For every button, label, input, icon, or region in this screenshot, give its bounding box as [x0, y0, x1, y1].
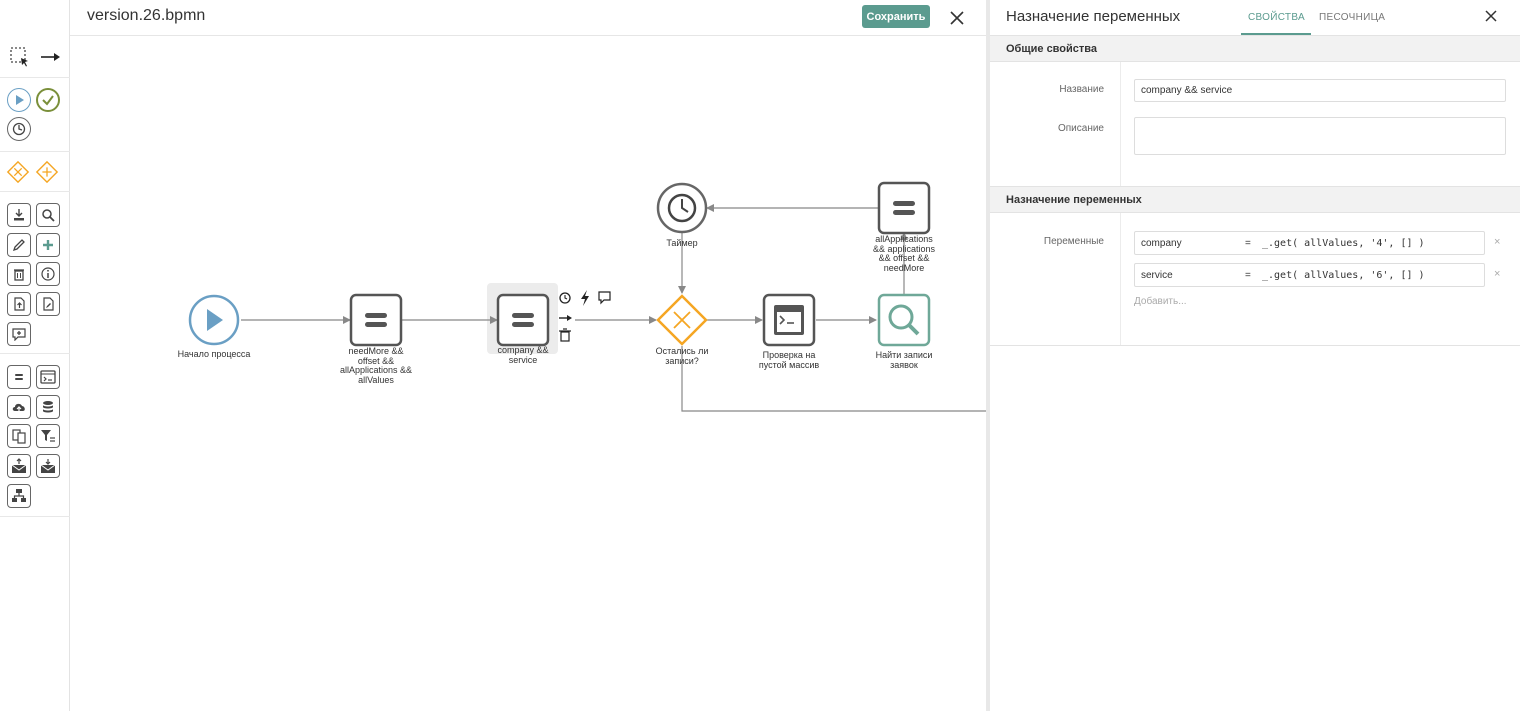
- script-task-tool-icon[interactable]: [36, 365, 60, 389]
- info-tool-icon[interactable]: [36, 262, 60, 286]
- context-timer-icon[interactable]: [559, 292, 571, 304]
- delete-tool-icon[interactable]: [7, 262, 31, 286]
- timer-event-tool-icon[interactable]: [7, 117, 31, 141]
- variables-label: Переменные: [1043, 236, 1104, 247]
- context-signal-icon[interactable]: [581, 290, 589, 306]
- lasso-tool-icon[interactable]: [8, 45, 32, 69]
- variable-equals: =: [1245, 270, 1251, 281]
- download-tool-icon[interactable]: [7, 203, 31, 227]
- context-connect-icon[interactable]: [559, 315, 572, 321]
- comment-tool-icon[interactable]: [7, 322, 31, 346]
- assign-task-tool-icon[interactable]: [7, 365, 31, 389]
- save-button[interactable]: Сохранить: [862, 5, 930, 28]
- general-section-header[interactable]: Общие свойства: [990, 36, 1520, 62]
- script-task-label: Проверка на пустой массив: [758, 350, 820, 370]
- active-tab-indicator: [1241, 33, 1311, 35]
- exclusive-gateway[interactable]: [656, 294, 708, 346]
- parallel-gateway-tool-icon[interactable]: [35, 160, 59, 184]
- search-task-label: Найти записи заявок: [875, 350, 933, 370]
- name-label: Название: [1059, 84, 1104, 95]
- panel-title: Назначение переменных: [1006, 8, 1181, 25]
- vars-section-header[interactable]: Назначение переменных: [990, 187, 1520, 213]
- start-event[interactable]: [188, 294, 240, 346]
- database-tool-icon[interactable]: [36, 395, 60, 419]
- variable-name: company: [1141, 238, 1182, 249]
- task-company-service[interactable]: [496, 293, 550, 347]
- variable-expression: _.get( allValues, '4', [] ): [1262, 238, 1425, 249]
- file-edit-tool-icon[interactable]: [36, 292, 60, 316]
- general-label-column: Название Описание: [990, 62, 1121, 186]
- documents-tool-icon[interactable]: [7, 424, 31, 448]
- variable-equals: =: [1245, 238, 1251, 249]
- timer-event-label: Таймер: [666, 238, 698, 248]
- context-pad: [559, 290, 611, 342]
- file-upload-tool-icon[interactable]: [7, 292, 31, 316]
- task-allapplications-label: allApplications && applications && offse…: [872, 234, 936, 273]
- tool-group-events: [0, 78, 70, 152]
- add-tool-icon[interactable]: [36, 233, 60, 257]
- file-title: version.26.bpmn: [87, 7, 206, 24]
- context-delete-icon[interactable]: [559, 328, 571, 342]
- general-section: Название Описание company && service: [990, 62, 1520, 187]
- gateway-label: Остались ли записи?: [655, 346, 709, 366]
- tool-group-actions: [0, 192, 70, 354]
- script-task[interactable]: [762, 293, 816, 347]
- context-comment-icon[interactable]: [598, 291, 611, 305]
- bpmn-editor: version.26.bpmn Сохранить Начало процесс…: [0, 0, 1520, 711]
- remove-variable-icon[interactable]: ×: [1494, 268, 1500, 280]
- search-task[interactable]: [877, 293, 931, 347]
- end-event-tool-icon[interactable]: [36, 88, 60, 112]
- vars-section: Переменные company = _.get( allValues, '…: [990, 213, 1520, 346]
- task-needmore[interactable]: [349, 293, 403, 347]
- panel-header: Назначение переменных СВОЙСТВА ПЕСОЧНИЦА: [990, 0, 1520, 36]
- description-input[interactable]: [1134, 117, 1506, 155]
- tool-group-selection: [0, 0, 70, 78]
- exclusive-gateway-tool-icon[interactable]: [6, 160, 30, 184]
- canvas-header: version.26.bpmn Сохранить: [70, 0, 987, 36]
- variable-expression: _.get( allValues, '6', [] ): [1262, 270, 1425, 281]
- tool-palette: [0, 0, 70, 711]
- diagram-svg: [188, 181, 987, 412]
- subprocess-tool-icon[interactable]: [7, 484, 31, 508]
- vars-label-column: Переменные: [990, 213, 1121, 345]
- description-label: Описание: [1057, 123, 1104, 134]
- remove-variable-icon[interactable]: ×: [1494, 236, 1500, 248]
- tool-group-tasks: [0, 354, 70, 517]
- send-mail-tool-icon[interactable]: [7, 454, 31, 478]
- tool-group-gateways: [0, 152, 70, 192]
- start-event-tool-icon[interactable]: [7, 88, 31, 112]
- tab-sandbox[interactable]: ПЕСОЧНИЦА: [1319, 12, 1385, 23]
- cloud-upload-tool-icon[interactable]: [7, 395, 31, 419]
- name-input[interactable]: company && service: [1134, 79, 1506, 102]
- variable-name: service: [1141, 270, 1173, 281]
- edit-tool-icon[interactable]: [7, 233, 31, 257]
- start-event-label: Начало процесса: [177, 349, 251, 359]
- properties-panel: Назначение переменных СВОЙСТВА ПЕСОЧНИЦА…: [990, 0, 1520, 711]
- task-allapplications[interactable]: [877, 181, 931, 235]
- diagram-canvas[interactable]: Начало процесса needMore && offset && al…: [70, 36, 987, 711]
- timer-event[interactable]: [656, 182, 708, 234]
- tab-properties[interactable]: СВОЙСТВА: [1248, 12, 1305, 23]
- add-variable-link[interactable]: Добавить...: [1134, 296, 1187, 307]
- filter-tool-icon[interactable]: [36, 424, 60, 448]
- variable-row[interactable]: company = _.get( allValues, '4', [] ): [1134, 231, 1485, 255]
- close-panel-icon[interactable]: [1484, 9, 1500, 25]
- search-tool-icon[interactable]: [36, 203, 60, 227]
- task-needmore-label: needMore && offset && allApplications &&…: [339, 346, 413, 385]
- variable-row[interactable]: service = _.get( allValues, '6', [] ): [1134, 263, 1485, 287]
- general-section-title: Общие свойства: [1006, 43, 1098, 55]
- task-company-service-label: company && service: [497, 345, 549, 365]
- vars-section-title: Назначение переменных: [1006, 194, 1142, 206]
- close-editor-icon[interactable]: [949, 10, 965, 26]
- connect-tool-icon[interactable]: [38, 45, 62, 69]
- receive-mail-tool-icon[interactable]: [36, 454, 60, 478]
